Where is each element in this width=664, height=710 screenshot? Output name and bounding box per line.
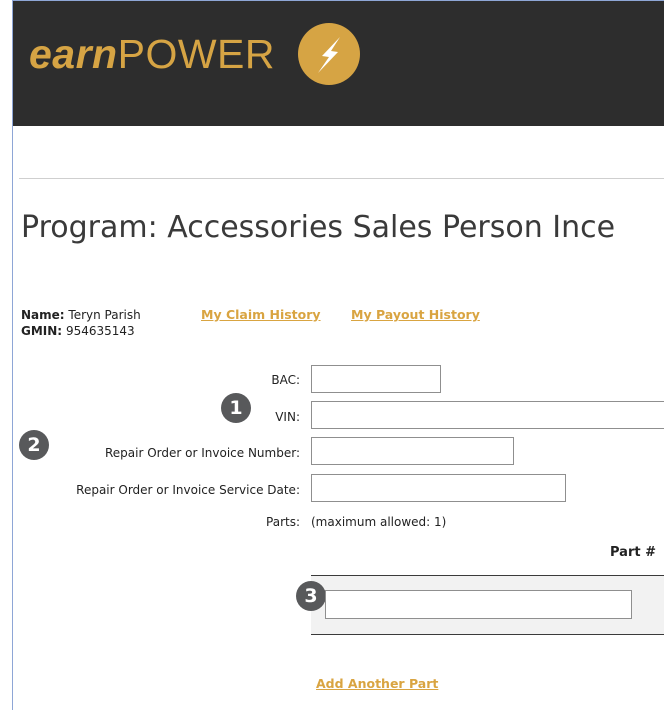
site-header: earnPOWER <box>13 1 664 126</box>
name-label: Name: <box>21 308 65 322</box>
step-badge-2: 2 <box>19 430 49 460</box>
step-badge-1: 1 <box>221 393 251 423</box>
logo-text-earn: earn <box>29 31 118 77</box>
parts-max-note: (maximum allowed: 1) <box>311 515 447 529</box>
ro-date-input[interactable] <box>311 474 566 502</box>
part-number-input[interactable] <box>325 590 632 619</box>
ro-date-label: Repair Order or Invoice Service Date: <box>76 483 300 497</box>
bac-input[interactable] <box>311 365 441 393</box>
vin-input[interactable] <box>311 401 664 429</box>
user-gmin: 954635143 <box>65 324 135 338</box>
gmin-label: GMIN: <box>21 324 63 338</box>
page-title: Program: Accessories Sales Person Ince <box>21 210 616 245</box>
logo-text-power: POWER <box>117 31 276 77</box>
parts-label: Parts: <box>266 515 300 529</box>
vin-label: VIN: <box>275 410 300 424</box>
add-another-part-link[interactable]: Add Another Part <box>316 676 438 691</box>
step-badge-3: 3 <box>296 581 326 611</box>
earnpower-logo[interactable]: earnPOWER <box>29 31 275 78</box>
lightning-bolt-icon <box>298 23 360 85</box>
ro-number-input[interactable] <box>311 437 514 465</box>
my-claim-history-link[interactable]: My Claim History <box>201 307 321 322</box>
browser-frame: earnPOWER Program: Accessories Sales Per… <box>12 0 664 710</box>
user-info: Name: Teryn Parish GMIN: 954635143 <box>21 307 141 339</box>
ro-number-label: Repair Order or Invoice Number: <box>105 446 300 460</box>
bac-label: BAC: <box>271 373 300 387</box>
part-number-column-header: Part # <box>610 545 656 560</box>
my-payout-history-link[interactable]: My Payout History <box>351 307 480 322</box>
user-name: Teryn Parish <box>68 308 141 322</box>
divider <box>19 178 664 179</box>
